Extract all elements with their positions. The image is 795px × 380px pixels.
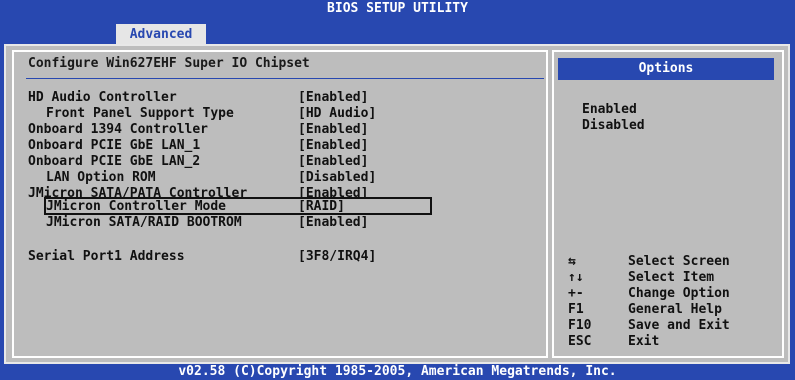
help-desc: Save and Exit xyxy=(628,318,730,333)
help-desc: General Help xyxy=(628,302,722,317)
setting-hd-audio-controller[interactable]: HD Audio Controller [Enabled] xyxy=(28,90,368,106)
setting-front-panel-support-type[interactable]: Front Panel Support Type [HD Audio] xyxy=(28,106,376,122)
setting-value[interactable]: [RAID] xyxy=(298,199,345,215)
setting-label: JMicron Controller Mode xyxy=(46,199,227,214)
setting-label: Onboard PCIE GbE LAN_1 xyxy=(28,138,201,153)
setting-value[interactable]: [Enabled] xyxy=(298,138,368,154)
setting-value[interactable]: [Enabled] xyxy=(298,122,368,138)
setting-label: JMicron SATA/RAID BOOTROM xyxy=(46,215,242,230)
panel-divider xyxy=(26,78,544,79)
option-disabled[interactable]: Disabled xyxy=(582,118,645,133)
setting-label: HD Audio Controller xyxy=(28,90,177,105)
setting-jmicron-sata-raid-bootrom[interactable]: JMicron SATA/RAID BOOTROM [Enabled] xyxy=(28,215,368,231)
setting-label: Onboard 1394 Controller xyxy=(28,122,209,137)
help-desc: Select Item xyxy=(628,270,715,285)
help-key: F10 xyxy=(568,318,592,333)
setting-value[interactable]: [Disabled] xyxy=(298,170,376,186)
setting-lan-option-rom[interactable]: LAN Option ROM [Disabled] xyxy=(28,170,376,186)
options-title: Options xyxy=(558,58,774,80)
help-desc: Select Screen xyxy=(628,254,730,269)
up-down-arrows-icon: ↑↓ xyxy=(568,270,584,285)
help-key: ESC xyxy=(568,334,592,349)
help-key: +- xyxy=(568,286,584,301)
option-enabled[interactable]: Enabled xyxy=(582,102,637,117)
help-key: F1 xyxy=(568,302,584,317)
setting-jmicron-controller-mode[interactable]: JMicron Controller Mode [RAID] xyxy=(28,199,345,215)
setting-onboard-1394-controller[interactable]: Onboard 1394 Controller [Enabled] xyxy=(28,122,368,138)
left-right-arrows-icon: ⇆ xyxy=(568,254,576,269)
setting-label: Onboard PCIE GbE LAN_2 xyxy=(28,154,201,169)
panel-title: Configure Win627EHF Super IO Chipset xyxy=(28,56,310,71)
bios-title: BIOS SETUP UTILITY xyxy=(327,1,468,16)
copyright-footer: v02.58 (C)Copyright 1985-2005, American … xyxy=(178,364,617,379)
setting-label: Serial Port1 Address xyxy=(28,249,185,264)
tab-advanced[interactable]: Advanced xyxy=(116,24,206,46)
setting-serial-port1-address[interactable]: Serial Port1 Address [3F8/IRQ4] xyxy=(28,249,376,265)
settings-panel: Configure Win627EHF Super IO Chipset HD … xyxy=(12,50,548,358)
help-desc: Exit xyxy=(628,334,660,349)
main-frame: Configure Win627EHF Super IO Chipset HD … xyxy=(4,44,790,364)
setting-onboard-pcie-gbe-lan-1[interactable]: Onboard PCIE GbE LAN_1 [Enabled] xyxy=(28,138,368,154)
setting-value[interactable]: [Enabled] xyxy=(298,154,368,170)
setting-label: LAN Option ROM xyxy=(46,170,156,185)
setting-value[interactable]: [Enabled] xyxy=(298,215,368,231)
setting-value[interactable]: [HD Audio] xyxy=(298,106,376,122)
help-desc: Change Option xyxy=(628,286,730,301)
setting-value[interactable]: [3F8/IRQ4] xyxy=(298,249,376,265)
setting-label: Front Panel Support Type xyxy=(46,106,234,121)
setting-onboard-pcie-gbe-lan-2[interactable]: Onboard PCIE GbE LAN_2 [Enabled] xyxy=(28,154,368,170)
setting-value[interactable]: [Enabled] xyxy=(298,90,368,106)
options-panel: Options Enabled Disabled ⇆ Select Screen… xyxy=(552,50,784,358)
